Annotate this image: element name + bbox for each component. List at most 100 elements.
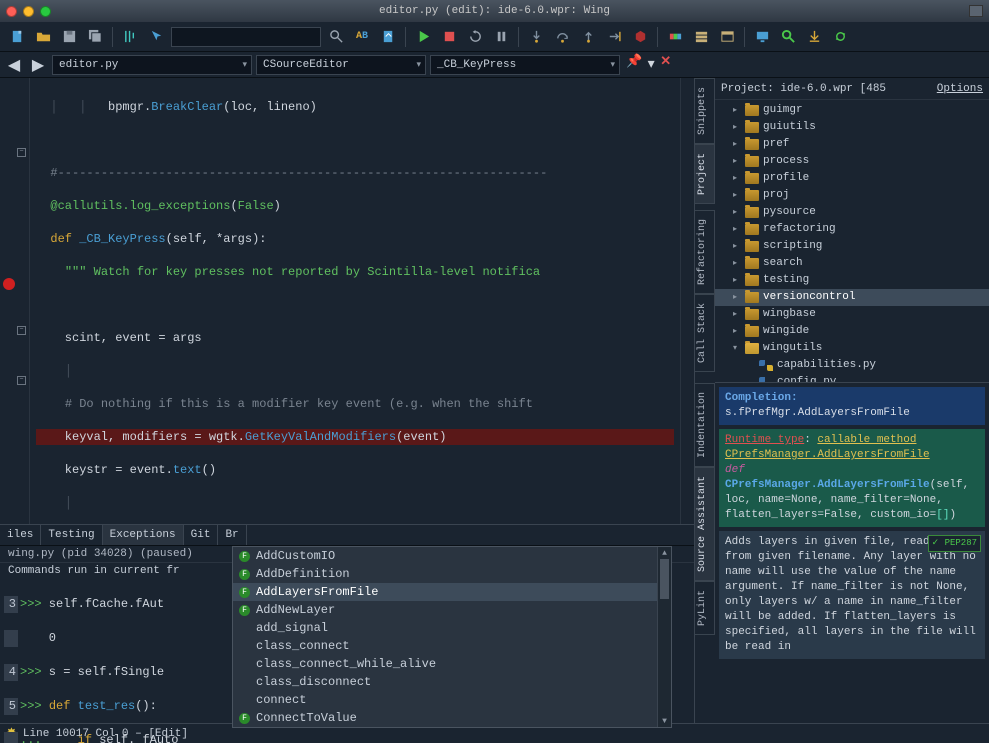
close-window-button[interactable] [6,6,17,17]
class-selector-dropdown[interactable]: CSourceEditor [256,55,426,75]
tab-git[interactable]: Git [184,524,219,546]
pin-tab-icon[interactable]: 📌 [626,54,642,76]
step-out-icon[interactable] [577,26,599,48]
layout-icon[interactable] [716,26,738,48]
minimize-window-button[interactable] [23,6,34,17]
new-file-icon[interactable] [6,26,28,48]
nav-back-button[interactable]: ◀ [4,55,24,75]
project-options-button[interactable]: Options [937,83,983,95]
toolbar-search-input[interactable] [171,27,321,47]
tab-files[interactable]: iles [0,524,41,546]
tree-file[interactable]: capabilities.py [715,357,989,374]
tree-expand-icon[interactable]: ▸ [733,238,741,255]
magnify-icon[interactable] [777,26,799,48]
fold-toggle[interactable]: − [17,148,26,157]
vtab-pylint[interactable]: PyLint [695,581,715,635]
tree-expand-icon[interactable]: ▸ [733,306,741,323]
symbol-selector-dropdown[interactable]: _CB_KeyPress [430,55,620,75]
tree-folder[interactable]: ▸guiutils [715,119,989,136]
tree-expand-icon[interactable]: ▸ [733,289,741,306]
tree-expand-icon[interactable]: ▸ [733,119,741,136]
pause-icon[interactable] [490,26,512,48]
open-folder-icon[interactable] [32,26,54,48]
tree-folder[interactable]: ▸pysource [715,204,989,221]
vtab-call-stack[interactable]: Call Stack [695,294,715,372]
step-into-icon[interactable] [525,26,547,48]
tree-folder[interactable]: ▸search [715,255,989,272]
restart-icon[interactable] [464,26,486,48]
tree-expand-icon[interactable]: ▸ [733,153,741,170]
goto-definition-icon[interactable] [377,26,399,48]
autocomplete-item[interactable]: class_connect [233,637,671,655]
tree-folder[interactable]: ▸versioncontrol [715,289,989,306]
tree-folder[interactable]: ▸process [715,153,989,170]
tab-menu-icon[interactable]: ▾ [644,54,658,76]
tree-expand-icon[interactable]: ▸ [733,255,741,272]
project-tree[interactable]: ▸guimgr▸guiutils▸pref▸process▸profile▸pr… [715,100,989,382]
tree-expand-icon[interactable]: ▸ [733,102,741,119]
sync-icon[interactable] [829,26,851,48]
tree-expand-icon[interactable]: ▸ [733,323,741,340]
cursor-icon[interactable] [145,26,167,48]
tree-folder[interactable]: ▸proj [715,187,989,204]
scroll-down-arrow[interactable]: ▼ [658,715,671,727]
autocomplete-item[interactable]: connect [233,691,671,709]
tree-expand-icon[interactable]: ▸ [733,187,741,204]
code-editor[interactable]: − − − │ │ bpmgr.BreakClear(loc, lineno) … [0,78,694,524]
tab-exceptions[interactable]: Exceptions [103,524,184,546]
vtab-snippets[interactable]: Snippets [695,78,715,144]
replace-icon[interactable]: AB [351,26,373,48]
tree-folder[interactable]: ▸wingbase [715,306,989,323]
vtab-source-assistant[interactable]: Source Assistant [695,467,715,581]
runtime-type-name[interactable]: CPrefsManager.AddLayersFromFile [725,449,930,461]
vtab-project[interactable]: Project [695,144,715,204]
save-all-icon[interactable] [84,26,106,48]
fold-toggle[interactable]: − [17,376,26,385]
run-to-cursor-icon[interactable] [603,26,625,48]
editor-gutter[interactable]: − − − [0,78,30,524]
tree-folder[interactable]: ▸guimgr [715,102,989,119]
autocomplete-item[interactable]: FAddCustomIO [233,547,671,565]
theme-icon[interactable] [664,26,686,48]
autocomplete-item[interactable]: FAddLayersFromFile [233,583,671,601]
breakpoint-marker[interactable] [3,278,15,290]
autocomplete-scrollbar[interactable]: ▲ ▼ [657,547,671,727]
autocomplete-item[interactable]: add_signal [233,619,671,637]
code-content[interactable]: │ │ bpmgr.BreakClear(loc, lineno) #-----… [30,78,680,524]
nav-forward-button[interactable]: ▶ [28,55,48,75]
autocomplete-item[interactable]: FAddDefinition [233,565,671,583]
zoom-window-button[interactable] [40,6,51,17]
tree-expand-icon[interactable]: ▸ [733,204,741,221]
download-icon[interactable] [803,26,825,48]
tree-folder[interactable]: ▸pref [715,136,989,153]
tab-testing[interactable]: Testing [41,524,102,546]
editor-scrollbar[interactable] [680,78,694,524]
tree-folder[interactable]: ▸testing [715,272,989,289]
scroll-thumb[interactable] [660,559,669,599]
fold-toggle[interactable]: − [17,326,26,335]
search-icon[interactable] [325,26,347,48]
autocomplete-item[interactable]: class_connect_while_alive [233,655,671,673]
save-icon[interactable] [58,26,80,48]
vtab-indentation[interactable]: Indentation [695,383,715,467]
tree-folder[interactable]: ▾wingutils [715,340,989,357]
breakpoint-icon[interactable] [629,26,651,48]
tree-folder[interactable]: ▸refactoring [715,221,989,238]
bookmark-icon[interactable] [690,26,712,48]
autocomplete-item[interactable]: FConnectToValue [233,709,671,727]
close-tab-icon[interactable]: ✕ [660,54,671,76]
tree-folder[interactable]: ▸wingide [715,323,989,340]
step-over-icon[interactable] [551,26,573,48]
scroll-up-arrow[interactable]: ▲ [658,547,671,559]
vtab-refactoring[interactable]: Refactoring [695,210,715,294]
autocomplete-item[interactable]: class_disconnect [233,673,671,691]
tree-folder[interactable]: ▸profile [715,170,989,187]
stop-icon[interactable] [438,26,460,48]
indent-guide-icon[interactable] [119,26,141,48]
autocomplete-item[interactable]: FAddNewLayer [233,601,671,619]
toggle-button[interactable] [969,5,983,17]
tab-breakpoints[interactable]: Br [218,524,246,546]
tree-file[interactable]: config.py [715,374,989,382]
tree-expand-icon[interactable]: ▸ [733,170,741,187]
file-selector-dropdown[interactable]: editor.py [52,55,252,75]
